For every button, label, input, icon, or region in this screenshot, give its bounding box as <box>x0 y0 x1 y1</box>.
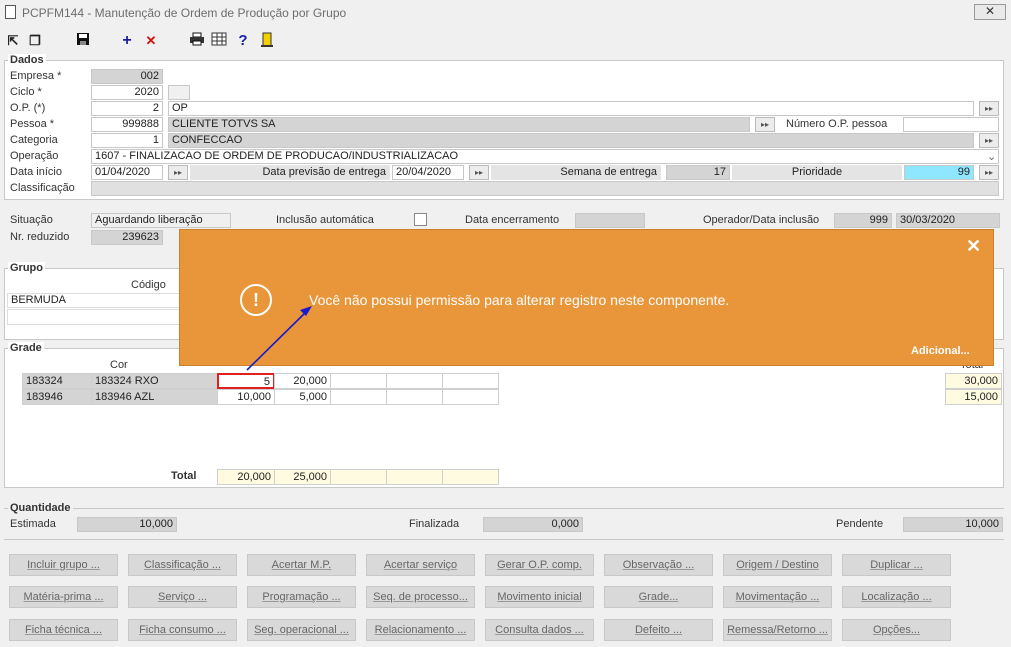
annotation-arrow <box>246 306 312 371</box>
